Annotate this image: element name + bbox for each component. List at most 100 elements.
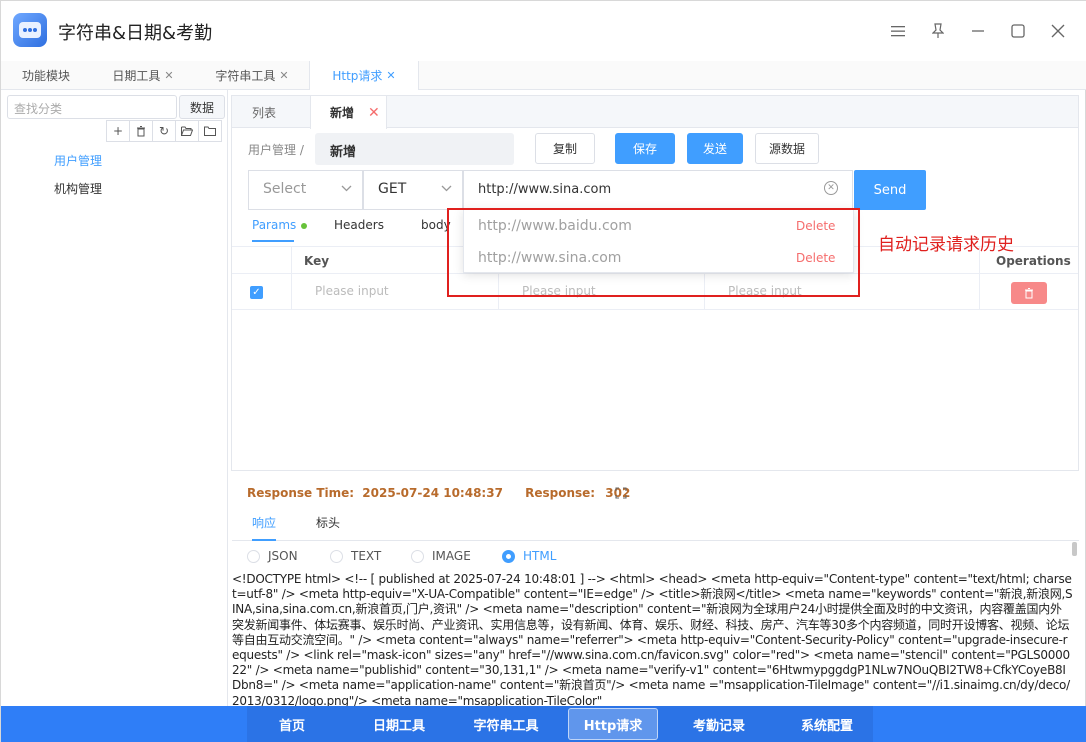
tab-close-icon[interactable]: ✕ — [279, 69, 288, 82]
request-name-field[interactable]: 新增 — [315, 133, 514, 165]
nav-attendance[interactable]: 考勤记录 — [674, 706, 764, 742]
chevron-down-icon — [441, 181, 452, 195]
delete-row-button[interactable] — [1011, 282, 1047, 304]
tab-label: Http请求 — [332, 69, 383, 83]
data-button[interactable]: 数据 — [179, 95, 225, 119]
close-icon[interactable] — [1046, 19, 1070, 43]
radio-label: TEXT — [351, 549, 382, 563]
tab-label: Params — [252, 218, 297, 232]
tab-string-tools[interactable]: 字符串工具 ✕ — [195, 61, 309, 89]
tab-headers[interactable]: Headers — [334, 218, 384, 232]
response-time-value: 2025-07-24 10:48:37 — [362, 486, 503, 500]
category-search-input[interactable]: 查找分类 — [7, 95, 177, 119]
tab-new[interactable]: 新增 ✕ — [310, 96, 387, 129]
folder-icon[interactable] — [198, 120, 222, 142]
tab-label: 字符串工具 — [215, 68, 276, 83]
trash-icon — [1025, 287, 1033, 298]
app-title: 字符串&日期&考勤 — [58, 23, 213, 44]
category-sidebar: 查找分类 数据 + ↻ 用户管理 机构管理 — [1, 90, 228, 706]
tab-response-headers[interactable]: 标头 — [316, 514, 340, 531]
key-input[interactable]: Please input — [315, 284, 389, 298]
annotation-highlight-box — [447, 208, 860, 297]
radio-circle — [330, 549, 343, 563]
radio-circle — [411, 549, 424, 563]
column-key: Key — [304, 254, 330, 268]
add-icon[interactable]: + — [106, 120, 130, 142]
tab-close-icon[interactable]: ✕ — [386, 69, 395, 82]
sub-tab-bar: 列表 新增 ✕ — [232, 96, 1078, 129]
method-select[interactable]: GET — [363, 170, 463, 210]
nav-home[interactable]: 首页 — [247, 706, 337, 742]
bottom-nav-track — [247, 706, 873, 742]
copy-button[interactable]: 复制 — [535, 133, 595, 164]
tab-date-tools[interactable]: 日期工具 ✕ — [91, 61, 195, 89]
response-body[interactable]: <!DOCTYPE html> <!-- [ published at 2025… — [232, 572, 1073, 706]
env-select[interactable]: Select — [248, 170, 363, 210]
tab-response[interactable]: 响应 — [252, 514, 276, 531]
url-input[interactable]: http://www.sina.com ✕ — [463, 170, 853, 210]
breadcrumb: 用户管理 / — [248, 143, 304, 157]
module-tab-bar: 功能模块 日期工具 ✕ 字符串工具 ✕ Http请求 ✕ — [1, 61, 1086, 90]
tab-label: 功能模块 — [21, 68, 70, 83]
tree-item-org-management[interactable]: 机构管理 — [54, 180, 102, 197]
annotation-text: 自动记录请求历史 — [878, 235, 1014, 255]
menu-icon[interactable] — [886, 19, 910, 43]
format-radio-html[interactable]: HTML — [502, 549, 556, 563]
send-button[interactable]: Send — [854, 170, 926, 210]
tree-item-user-management[interactable]: 用户管理 — [54, 152, 102, 169]
column-operations: Operations — [996, 254, 1071, 268]
column-divider — [979, 274, 980, 310]
tab-list[interactable]: 列表 — [252, 96, 276, 128]
row-checkbox[interactable]: ✓ — [250, 286, 263, 299]
bottom-nav-bar: 首页 日期工具 字符串工具 Http请求 考勤记录 系统配置 — [1, 706, 1086, 742]
maximize-icon[interactable] — [1006, 19, 1030, 43]
nav-http-request[interactable]: Http请求 — [568, 708, 658, 740]
response-meta: Response Time: 2025-07-24 10:48:37 Respo… — [247, 486, 630, 500]
nav-string-tools[interactable]: 字符串工具 — [459, 706, 553, 742]
nav-date-tools[interactable]: 日期工具 — [353, 706, 445, 742]
radio-label: JSON — [268, 549, 298, 563]
delete-icon[interactable] — [129, 120, 153, 142]
radio-label: IMAGE — [432, 549, 471, 563]
format-radio-json[interactable]: JSON — [247, 549, 298, 563]
active-tab-indicator — [252, 539, 276, 541]
tab-close-icon[interactable]: ✕ — [368, 105, 380, 121]
env-select-placeholder: Select — [263, 181, 307, 197]
nav-system-config[interactable]: 系统配置 — [782, 706, 872, 742]
response-code-label: Response: — [525, 486, 596, 500]
radio-circle — [502, 549, 515, 563]
source-data-button[interactable]: 源数据 — [755, 133, 819, 164]
tab-close-icon[interactable]: ✕ — [164, 69, 173, 82]
column-divider — [291, 274, 292, 310]
chevron-down-icon — [341, 181, 352, 195]
format-radio-text[interactable]: TEXT — [330, 549, 381, 563]
radio-label: HTML — [523, 549, 557, 563]
response-time-label: Response Time: — [247, 486, 355, 500]
format-radio-image[interactable]: IMAGE — [411, 549, 471, 563]
response-scrollbar[interactable] — [1072, 542, 1077, 556]
app-window: 字符串&日期&考勤 功能模块 日期工具 ✕ 字符串工具 ✕ Http请求 ✕ 查… — [0, 0, 1086, 742]
tab-params[interactable]: Params — [252, 218, 308, 232]
url-value: http://www.sina.com — [478, 182, 612, 197]
minimize-icon[interactable] — [966, 19, 990, 43]
active-tab-indicator — [252, 240, 294, 242]
response-tab-divider — [232, 540, 1079, 541]
radio-circle — [247, 549, 260, 563]
title-bar: 字符串&日期&考勤 — [1, 1, 1086, 61]
method-value: GET — [378, 181, 407, 197]
app-logo-icon — [13, 13, 47, 47]
refresh-icon[interactable]: ↻ — [152, 120, 176, 142]
tab-http-request[interactable]: Http请求 ✕ — [309, 61, 419, 90]
status-dot — [301, 222, 308, 229]
column-divider — [291, 247, 292, 274]
save-button[interactable]: 保存 — [615, 133, 675, 164]
send-cn-button[interactable]: 发送 — [687, 133, 743, 164]
pin-icon[interactable] — [926, 19, 950, 43]
fullscreen-icon[interactable] — [615, 487, 627, 499]
tab-label: 日期工具 — [112, 68, 161, 83]
tab-function-modules[interactable]: 功能模块 — [1, 61, 91, 89]
tab-label: 新增 — [330, 106, 355, 120]
open-folder-icon[interactable] — [175, 120, 199, 142]
clear-icon[interactable]: ✕ — [824, 181, 838, 195]
tree-toolbar: + ↻ — [106, 120, 222, 142]
